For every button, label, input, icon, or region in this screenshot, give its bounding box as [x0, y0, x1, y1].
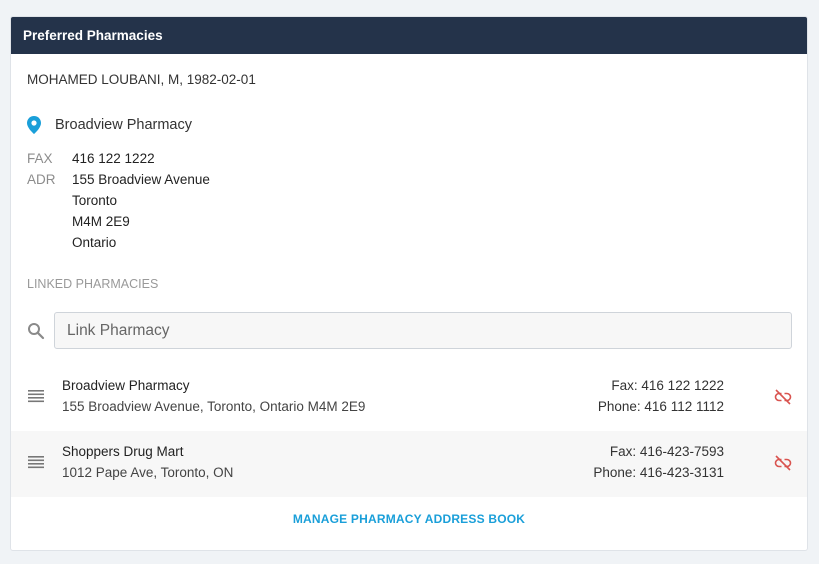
address-line: 155 Broadview Avenue — [72, 172, 210, 187]
address-label: ADR — [27, 172, 56, 187]
preferred-pharmacies-panel: Preferred Pharmacies MOHAMED LOUBANI, M,… — [10, 16, 808, 551]
linked-pharmacy-row[interactable]: Broadview Pharmacy 155 Broadview Avenue,… — [11, 365, 807, 431]
linked-pharmacy-fax: Fax: 416 122 1222 — [611, 378, 724, 393]
unlink-icon[interactable] — [774, 455, 792, 471]
linked-pharmacy-address: 1012 Pape Ave, Toronto, ON — [62, 465, 234, 480]
link-pharmacy-input[interactable] — [54, 312, 792, 349]
preferred-pharmacy-header: Broadview Pharmacy — [27, 116, 192, 134]
patient-info: MOHAMED LOUBANI, M, 1982-02-01 — [27, 72, 256, 87]
linked-pharmacy-name: Broadview Pharmacy — [62, 378, 190, 393]
linked-pharmacy-fax: Fax: 416-423-7593 — [609, 444, 724, 459]
address-line: M4M 2E9 — [72, 214, 130, 229]
address-line: Ontario — [72, 235, 117, 250]
linked-pharmacy-phone: Phone: 416-423-3131 — [593, 465, 724, 480]
preferred-pharmacy-details: FAX 416 122 1222 ADR 155 Broadview Avenu… — [27, 148, 210, 253]
linked-pharmacies-title: LINKED PHARMACIES — [27, 277, 159, 291]
panel-header: Preferred Pharmacies — [11, 17, 807, 54]
fax-value: 416 122 1222 — [72, 151, 155, 166]
address-line: Toronto — [72, 193, 118, 208]
linked-pharmacy-phone: Phone: 416 112 1112 — [597, 399, 724, 414]
drag-handle-icon[interactable] — [28, 455, 44, 469]
preferred-pharmacy-name: Broadview Pharmacy — [55, 117, 192, 133]
unlink-icon[interactable] — [774, 389, 792, 405]
panel-title: Preferred Pharmacies — [23, 28, 163, 43]
search-icon — [27, 322, 45, 340]
linked-pharmacy-address: 155 Broadview Avenue, Toronto, Ontario M… — [62, 399, 366, 414]
fax-label: FAX — [27, 151, 53, 166]
manage-pharmacy-address-book-link[interactable]: MANAGE PHARMACY ADDRESS BOOK — [11, 512, 807, 526]
location-pin-icon — [27, 116, 43, 134]
linked-pharmacy-name: Shoppers Drug Mart — [62, 444, 184, 459]
drag-handle-icon[interactable] — [28, 389, 44, 403]
linked-pharmacy-row[interactable]: Shoppers Drug Mart 1012 Pape Ave, Toront… — [11, 431, 807, 497]
